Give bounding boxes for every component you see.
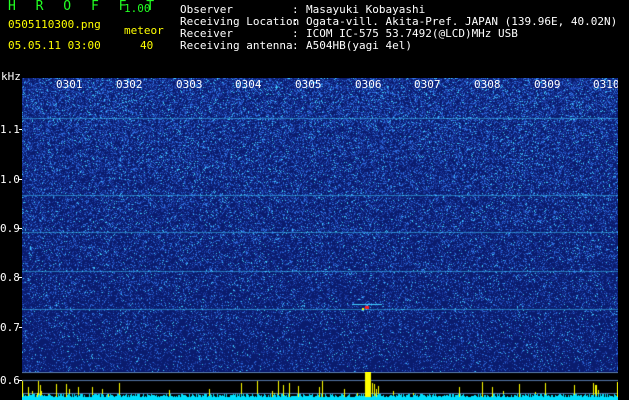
meteor-label: meteor	[124, 24, 164, 37]
x-tick-label: 0302	[116, 78, 143, 91]
x-tick-label: 0307	[414, 78, 441, 91]
antenna-label: Receiving antenna	[180, 39, 293, 52]
x-tick-label: 0310	[593, 78, 618, 91]
y-tick-label: 0.8	[0, 271, 20, 284]
x-tick-label: 0306	[355, 78, 382, 91]
signal-level-band	[22, 372, 618, 400]
y-tick-label: 0.6	[0, 374, 20, 387]
app-version: 1.00	[124, 2, 151, 15]
signal-level-canvas	[22, 372, 618, 400]
info-colon: :	[292, 39, 299, 52]
x-tick-label: 0303	[176, 78, 203, 91]
y-axis-unit: kHz	[1, 70, 21, 83]
x-tick-label: 0309	[534, 78, 561, 91]
x-tick-label: 0308	[474, 78, 501, 91]
spectrogram-canvas	[22, 78, 618, 372]
y-tick-label: 0.9	[0, 222, 20, 235]
y-tick-label: 0.7	[0, 321, 20, 334]
image-filename: 0505110300.png	[8, 18, 101, 31]
antenna-value: A504HB(yagi 4el)	[306, 39, 412, 52]
y-tick-label: 1.1	[0, 123, 20, 136]
meteor-count: 40	[140, 39, 154, 52]
observation-datetime: 05.05.11 03:00	[8, 39, 101, 52]
x-tick-label: 0301	[56, 78, 83, 91]
y-tick-label: 1.0	[0, 173, 20, 186]
spectrogram-display: 0301 0302 0303 0304 0305 0306 0307 0308 …	[22, 78, 618, 372]
x-tick-label: 0304	[235, 78, 262, 91]
x-tick-label: 0305	[295, 78, 322, 91]
